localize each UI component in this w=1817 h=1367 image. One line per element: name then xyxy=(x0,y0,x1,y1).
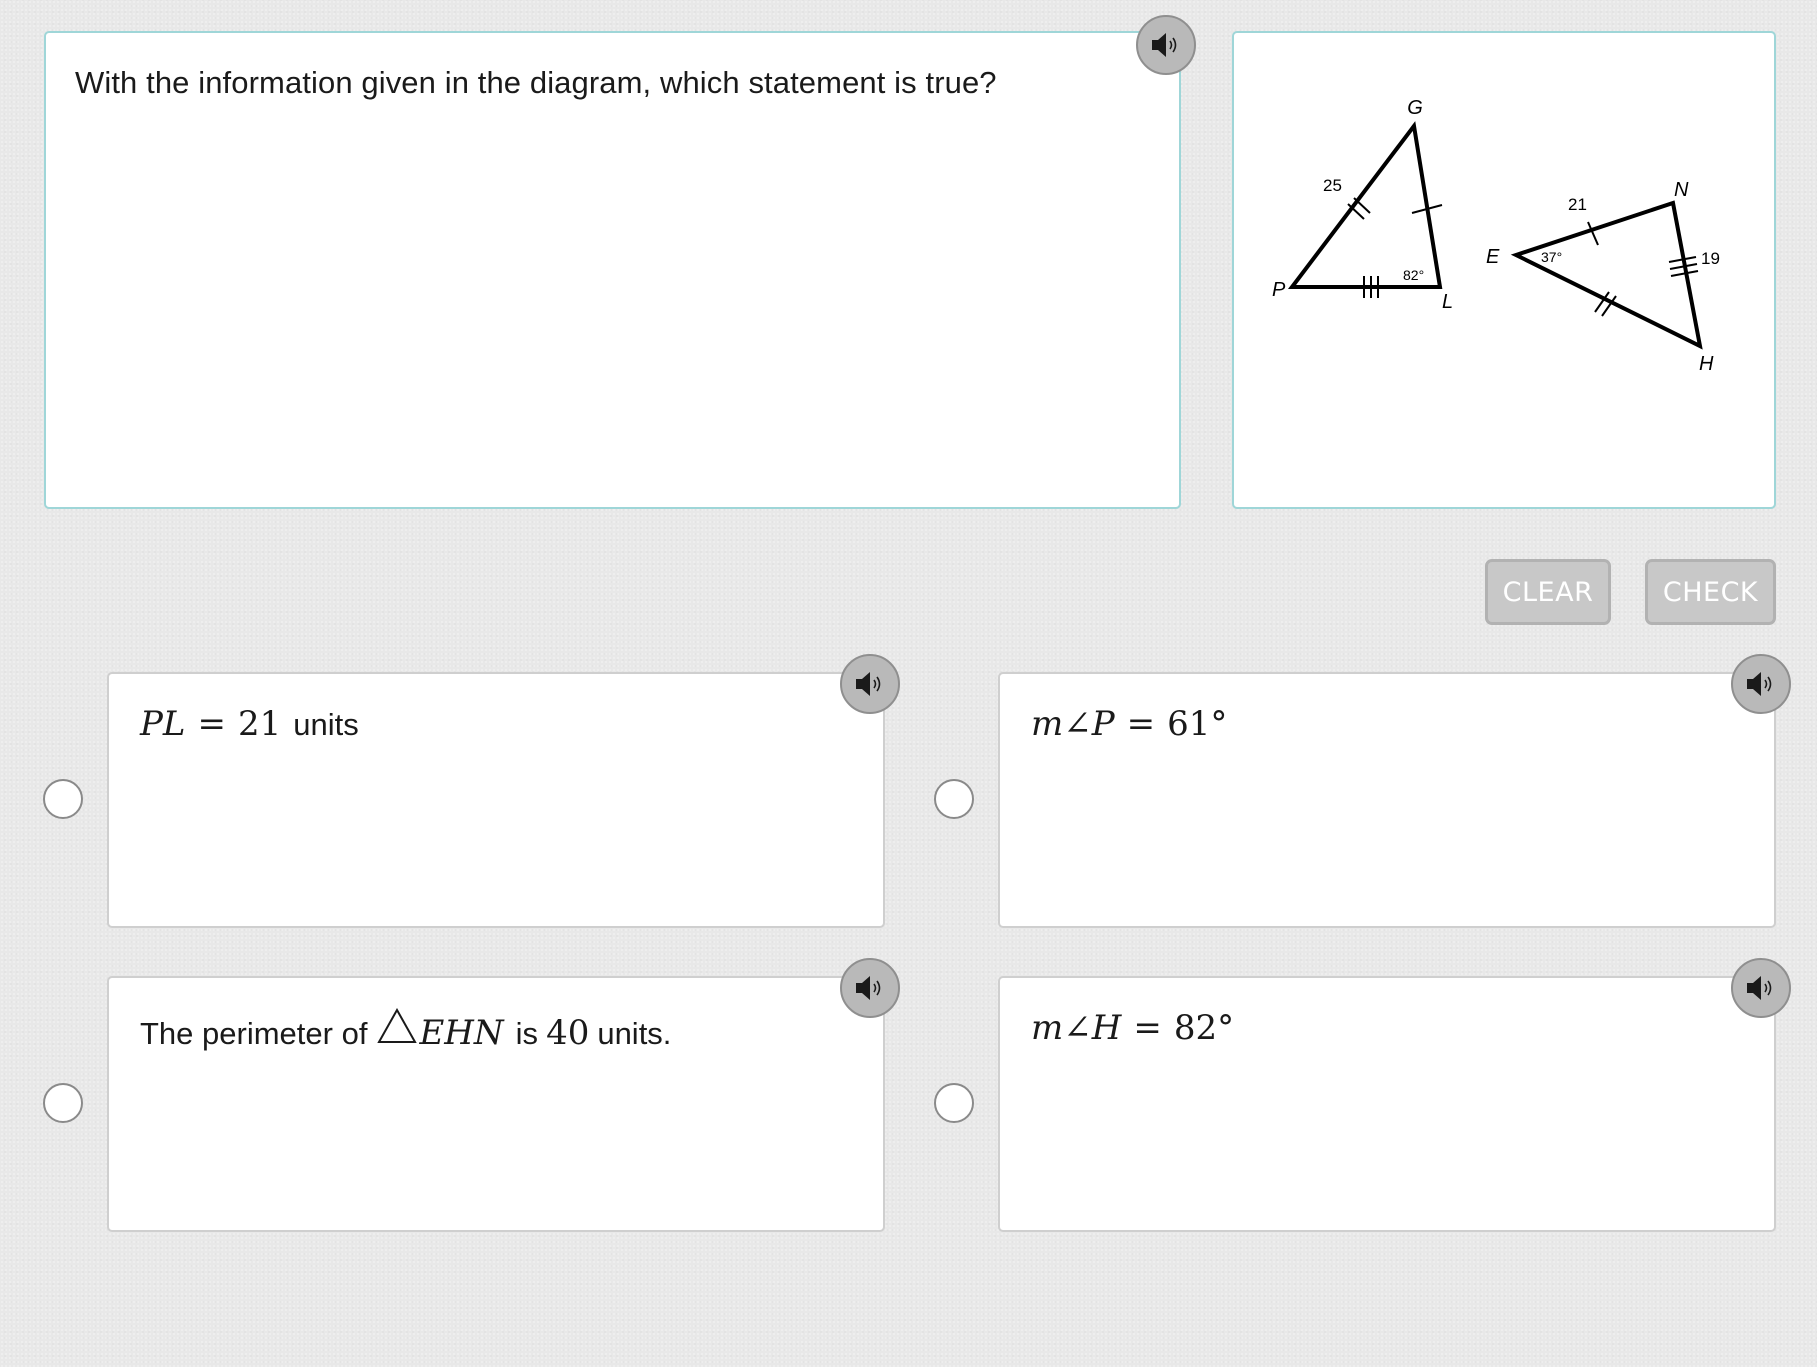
vertex-p-label: P xyxy=(1272,279,1286,301)
choice-d-angle-symbol: ∠ xyxy=(1063,1008,1092,1048)
side-en-label: 21 xyxy=(1568,195,1587,214)
vertex-l-label: L xyxy=(1442,291,1453,313)
choice-b-value: 61° xyxy=(1167,704,1228,744)
choice-d-value: 82° xyxy=(1173,1008,1235,1048)
choice-c-value: 40 xyxy=(546,1013,590,1053)
speaker-icon xyxy=(856,672,881,696)
speaker-icon xyxy=(856,976,881,1000)
choice-b-radio[interactable] xyxy=(934,779,974,819)
choice-a-audio-button[interactable] xyxy=(840,654,900,714)
choice-c-mid: is xyxy=(515,1016,539,1051)
choice-d-m: m xyxy=(1031,1008,1064,1048)
vertex-g-label: G xyxy=(1407,97,1423,119)
choice-b-eq: = xyxy=(1126,704,1156,744)
choice-c-radio[interactable] xyxy=(43,1083,83,1123)
choice-d-audio-button[interactable] xyxy=(1731,958,1791,1018)
choice-a-radio[interactable] xyxy=(43,779,83,819)
figure-panel: G P L 25 82° E N H 21 19 37° xyxy=(1232,31,1776,509)
choice-b-card[interactable]: m∠P = 61° xyxy=(998,672,1776,928)
choice-a-lhs: PL xyxy=(140,704,186,744)
choice-b-audio-button[interactable] xyxy=(1731,654,1791,714)
choice-b-angle-symbol: ∠ xyxy=(1063,704,1092,744)
vertex-h-label: H xyxy=(1699,353,1714,375)
choice-b-text: m∠P = 61° xyxy=(1031,704,1227,744)
side-nh-label: 19 xyxy=(1701,249,1720,268)
angle-e-label: 37° xyxy=(1541,249,1562,265)
choice-a-eq: = xyxy=(197,704,226,744)
vertex-e-label: E xyxy=(1486,246,1500,268)
speaker-icon xyxy=(1152,33,1177,57)
speaker-icon xyxy=(1747,976,1772,1000)
triangle-symbol-icon xyxy=(377,1008,418,1043)
speaker-icon xyxy=(1747,672,1772,696)
choice-a-card[interactable]: PL = 21 units xyxy=(107,672,885,928)
choice-a-unit: units xyxy=(293,707,359,742)
choice-b-vertex: P xyxy=(1091,704,1115,744)
choice-a-text: PL = 21 units xyxy=(140,704,359,744)
check-button[interactable]: CHECK xyxy=(1645,559,1776,625)
angle-l-label: 82° xyxy=(1403,267,1424,283)
side-pg-label: 25 xyxy=(1323,176,1342,195)
choice-d-text: m∠H = 82° xyxy=(1031,1008,1234,1048)
choice-d-radio[interactable] xyxy=(934,1083,974,1123)
triangle-diagram: G P L 25 82° E N H 21 19 37° xyxy=(1272,97,1720,375)
choice-b-m: m xyxy=(1031,704,1064,744)
question-text: With the information given in the diagra… xyxy=(75,65,997,100)
choice-c-text: The perimeter of EHN is 40 units. xyxy=(140,1008,671,1053)
clear-button[interactable]: CLEAR xyxy=(1485,559,1611,625)
choice-c-prefix: The perimeter of xyxy=(140,1016,368,1051)
vertex-n-label: N xyxy=(1674,179,1689,201)
choice-c-audio-button[interactable] xyxy=(840,958,900,1018)
question-panel: With the information given in the diagra… xyxy=(44,31,1181,509)
choice-c-triangle: EHN xyxy=(419,1013,504,1053)
choice-c-suffix: units. xyxy=(597,1016,672,1051)
choice-d-vertex: H xyxy=(1091,1008,1122,1048)
choice-c-card[interactable]: The perimeter of EHN is 40 units. xyxy=(107,976,885,1232)
choice-d-card[interactable]: m∠H = 82° xyxy=(998,976,1776,1232)
choice-a-value: 21 xyxy=(237,704,282,744)
question-audio-button[interactable] xyxy=(1136,15,1196,75)
choice-d-eq: = xyxy=(1133,1008,1162,1048)
